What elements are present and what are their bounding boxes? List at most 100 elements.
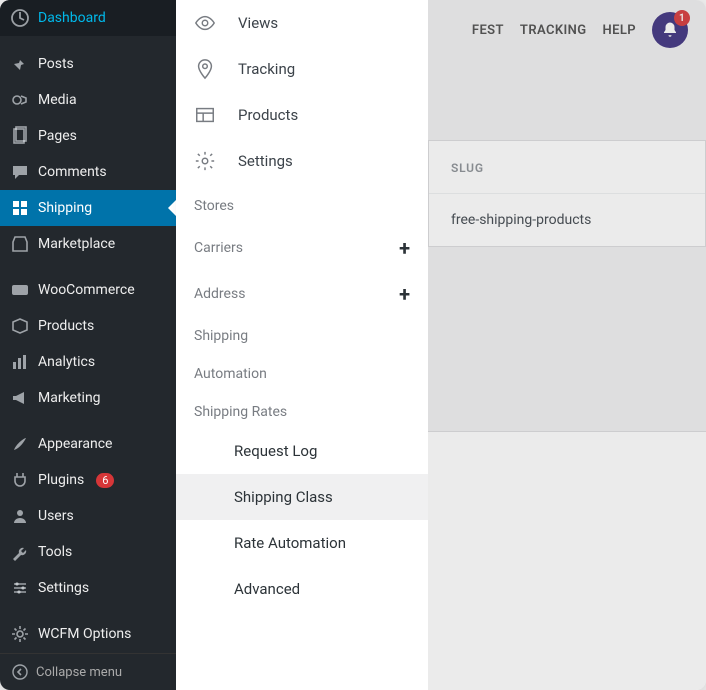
sidebar-item-comments[interactable]: Comments	[0, 154, 176, 190]
submenu-section-address[interactable]: Address +	[176, 268, 428, 314]
sub-label: Request Log	[234, 442, 317, 460]
data-panel: SLUG free-shipping-products	[428, 140, 706, 247]
section-label: Stores	[194, 198, 234, 214]
expand-icon[interactable]: +	[399, 236, 410, 260]
store-icon	[10, 234, 30, 254]
app-window: Dashboard Posts Media Pages Comments Shi…	[0, 0, 706, 690]
sidebar-item-appearance[interactable]: Appearance	[0, 426, 176, 462]
submenu-sub-rate-automation[interactable]: Rate Automation	[176, 520, 428, 566]
collapse-label: Collapse menu	[36, 665, 122, 680]
submenu-sub-request-log[interactable]: Request Log	[176, 428, 428, 474]
plug-icon	[10, 470, 30, 490]
sidebar-item-users[interactable]: Users	[0, 498, 176, 534]
sidebar-item-shipping[interactable]: Shipping	[0, 190, 176, 226]
topnav-item-fest[interactable]: FEST	[472, 23, 504, 38]
submenu-section-automation[interactable]: Automation	[176, 352, 428, 390]
eye-icon	[194, 12, 216, 34]
sidebar-label: Posts	[38, 56, 74, 72]
submenu-section-carriers[interactable]: Carriers +	[176, 222, 428, 268]
main-content: FEST TRACKING HELP 1 SLUG free-shipping-…	[428, 0, 706, 690]
sidebar-item-settings[interactable]: Settings	[0, 570, 176, 606]
sidebar-item-tools[interactable]: Tools	[0, 534, 176, 570]
submenu-item-views[interactable]: Views	[176, 0, 428, 46]
section-label: Carriers	[194, 240, 243, 256]
dashboard-icon	[10, 8, 30, 28]
sidebar-label: Media	[38, 92, 77, 108]
sidebar-label: Tools	[38, 544, 72, 560]
user-icon	[10, 506, 30, 526]
box-icon	[10, 316, 30, 336]
lower-panel	[428, 431, 706, 690]
sidebar-item-analytics[interactable]: Analytics	[0, 344, 176, 380]
wrench-icon	[10, 542, 30, 562]
sidebar-label: Marketplace	[38, 236, 115, 252]
pages-icon	[10, 126, 30, 146]
sidebar-item-wcfm-options[interactable]: WCFM Options	[0, 616, 176, 652]
submenu-item-settings[interactable]: Settings	[176, 138, 428, 184]
sidebar-item-pages[interactable]: Pages	[0, 118, 176, 154]
section-label: Automation	[194, 366, 267, 382]
sidebar-item-posts[interactable]: Posts	[0, 46, 176, 82]
comment-icon	[10, 162, 30, 182]
submenu-sub-advanced[interactable]: Advanced	[176, 566, 428, 612]
sub-label: Shipping Class	[234, 488, 333, 506]
sidebar-label: Marketing	[38, 390, 101, 406]
notification-count: 1	[674, 10, 690, 26]
admin-sidebar: Dashboard Posts Media Pages Comments Shi…	[0, 0, 176, 690]
sidebar-item-dashboard[interactable]: Dashboard	[0, 0, 176, 36]
submenu-label: Views	[238, 14, 278, 32]
section-label: Shipping	[194, 328, 248, 344]
sidebar-label: WCFM Options	[38, 626, 131, 642]
woo-icon	[10, 280, 30, 300]
submenu-sub-shipping-class[interactable]: Shipping Class	[176, 474, 428, 520]
collapse-icon	[10, 662, 30, 682]
sidebar-label: Pages	[38, 128, 77, 144]
sidebar-item-marketing[interactable]: Marketing	[0, 380, 176, 416]
media-icon	[10, 90, 30, 110]
submenu-label: Settings	[238, 152, 293, 170]
grid-icon	[10, 198, 30, 218]
location-icon	[194, 58, 216, 80]
section-label: Address	[194, 286, 245, 302]
gear-icon	[10, 624, 30, 644]
submenu-section-shipping[interactable]: Shipping	[176, 314, 428, 352]
submenu-section-shipping-rates[interactable]: Shipping Rates	[176, 390, 428, 428]
sidebar-item-media[interactable]: Media	[0, 82, 176, 118]
column-header-slug: SLUG	[429, 141, 705, 193]
submenu-label: Products	[238, 106, 298, 124]
submenu-item-products[interactable]: Products	[176, 92, 428, 138]
submenu-section-stores[interactable]: Stores	[176, 184, 428, 222]
sidebar-item-woocommerce[interactable]: WooCommerce	[0, 272, 176, 308]
section-label: Shipping Rates	[194, 404, 287, 420]
megaphone-icon	[10, 388, 30, 408]
sidebar-label: Products	[38, 318, 94, 334]
table-row[interactable]: free-shipping-products	[429, 193, 705, 246]
layout-icon	[194, 104, 216, 126]
top-nav: FEST TRACKING HELP 1	[428, 0, 706, 60]
brush-icon	[10, 434, 30, 454]
sidebar-label: WooCommerce	[38, 282, 135, 298]
sidebar-label: Dashboard	[38, 10, 106, 26]
collapse-menu-button[interactable]: Collapse menu	[0, 653, 176, 690]
sidebar-label: Appearance	[38, 436, 112, 452]
sidebar-label: Shipping	[38, 200, 92, 216]
notification-bell[interactable]: 1	[652, 12, 688, 48]
sub-label: Rate Automation	[234, 534, 346, 552]
expand-icon[interactable]: +	[399, 282, 410, 306]
sidebar-label: Plugins	[38, 472, 84, 488]
sidebar-label: Analytics	[38, 354, 95, 370]
submenu-label: Tracking	[238, 60, 295, 78]
sub-label: Advanced	[234, 580, 300, 598]
topnav-item-tracking[interactable]: TRACKING	[520, 23, 587, 38]
topnav-item-help[interactable]: HELP	[602, 23, 636, 38]
chart-icon	[10, 352, 30, 372]
sidebar-item-plugins[interactable]: Plugins 6	[0, 462, 176, 498]
sidebar-label: Settings	[38, 580, 89, 596]
sidebar-item-products[interactable]: Products	[0, 308, 176, 344]
gear-icon	[194, 150, 216, 172]
sidebar-label: Users	[38, 508, 74, 524]
sidebar-label: Comments	[38, 164, 107, 180]
plugins-badge: 6	[96, 473, 114, 488]
submenu-item-tracking[interactable]: Tracking	[176, 46, 428, 92]
sidebar-item-marketplace[interactable]: Marketplace	[0, 226, 176, 262]
